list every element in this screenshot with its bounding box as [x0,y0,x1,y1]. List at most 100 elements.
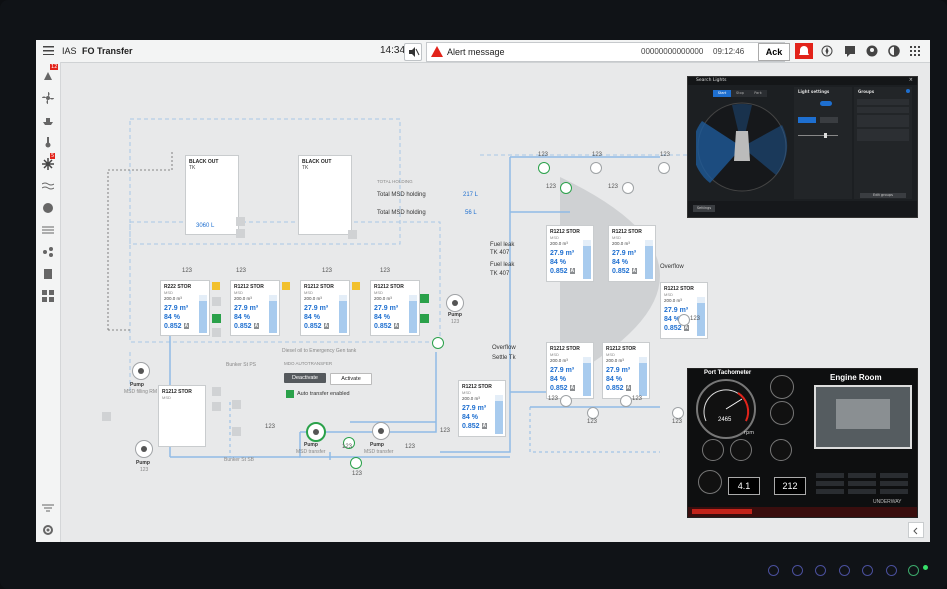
list-icon[interactable] [42,224,54,236]
tab-start[interactable]: Start [713,90,731,97]
user-icon[interactable] [866,45,878,57]
collapse-panel-button[interactable] [908,522,924,538]
ack-button[interactable]: Ack [758,43,790,61]
storage-tank-right-1[interactable]: R1212 STOR MSD 200.0 m³ 27.9 m³ 84 % 0.8… [546,225,594,282]
group-row[interactable] [857,129,909,141]
valve-open[interactable] [560,182,572,194]
valve[interactable] [672,407,684,419]
pump-msd-transfer-active[interactable] [306,422,326,442]
valve-open[interactable] [350,457,362,469]
status-button[interactable] [848,473,876,478]
pump-msd-filling[interactable] [132,362,150,380]
settings-button[interactable]: Settings [693,205,715,212]
grid-icon[interactable] [910,46,920,56]
tank-density: 0.852 A [664,325,690,332]
storage-tank-r1212-a[interactable]: R1212 STOR MSD 200.0 m³ 27.9 m³ 84 % 0.8… [230,280,280,336]
bezel-button[interactable] [815,565,826,576]
valve-open[interactable] [432,337,444,349]
group-row[interactable] [857,115,909,127]
dashboard-icon[interactable] [42,290,54,302]
storage-tank-right-3[interactable]: R1212 STOR MSD 200.0 m³ 27.9 m³ 84 % 0.8… [660,282,708,339]
droplet-icon[interactable] [42,202,54,214]
storage-tank-small[interactable]: R1212 STOR MSD [158,385,206,447]
power-button[interactable] [908,565,919,576]
searchlight-radar[interactable] [696,101,788,193]
valve[interactable] [678,314,690,326]
menu-icon[interactable] [43,46,54,55]
compass-icon[interactable] [821,45,833,57]
status-button[interactable] [816,481,844,486]
bezel-button[interactable] [839,565,850,576]
tab-stop[interactable]: Stop [731,90,749,97]
valve[interactable] [590,162,602,174]
fan-icon[interactable] [42,92,54,104]
valve[interactable] [587,407,599,419]
storage-tank-right-2[interactable]: R1212 STOR MSD 200.0 m³ 27.9 m³ 84 % 0.8… [608,225,656,282]
status-button[interactable] [880,489,908,494]
warning-icon [431,46,443,57]
network-icon[interactable] [42,246,54,258]
tank-sub: MSD [664,292,673,297]
activate-button[interactable]: Activate [330,373,372,385]
valve[interactable] [620,395,632,407]
engine-room-title: Engine Room [830,373,882,382]
alert-bar[interactable]: Alert message 00000000000000 09:12:46 [426,42,785,62]
sort-icon[interactable] [42,502,54,514]
status-button[interactable] [880,481,908,486]
engine-camera-feed[interactable] [814,385,912,449]
bezel-button[interactable] [862,565,873,576]
pump-123[interactable] [446,294,464,312]
valve[interactable] [658,162,670,174]
slider-track[interactable] [798,135,838,136]
waves-icon[interactable] [42,180,54,192]
add-icon[interactable] [906,89,910,93]
storage-tank-right-5[interactable]: R1212 STOR MSD 200.0 m³ 27.9 m³ 84 % 0.8… [602,342,650,399]
blackout-tank-2[interactable]: BLACK OUT TK [298,155,352,235]
engine-room-window[interactable]: Port Tachometer 2465 rpm Engine Room 4.1… [687,368,918,518]
close-icon[interactable]: × [909,77,913,83]
option-button[interactable] [798,117,816,123]
alarm-list-icon[interactable] [42,70,54,82]
toggle[interactable] [820,101,832,106]
status-button[interactable] [848,489,876,494]
status-button[interactable] [848,481,876,486]
search-lights-window[interactable]: Search Lights × Start Stop Park Settings… [687,76,918,218]
settings-gear-icon[interactable] [42,524,54,536]
status-button[interactable] [816,473,844,478]
edit-groups-button[interactable]: Edit groups [860,193,906,198]
tk407-label-2: TK 407 [490,271,510,277]
blackout-tank-1[interactable]: BLACK OUT TK 3060 L [185,155,239,235]
pump-msd-transfer[interactable] [372,422,390,440]
ship-icon[interactable] [42,114,54,126]
thermometer-icon[interactable] [42,136,54,148]
tab-park[interactable]: Park [749,90,767,97]
group-row[interactable] [857,107,909,113]
bezel-button[interactable] [886,565,897,576]
storage-tank-r222[interactable]: R222 STOR MSD 200.0 m³ 27.9 m³ 84 % 0.85… [160,280,210,336]
group-row[interactable] [857,99,909,105]
brightness-icon[interactable] [888,45,900,57]
tank-volume: 200.0 m³ [374,296,392,301]
chat-icon[interactable] [844,45,856,57]
snowflake-icon[interactable] [42,158,54,170]
status-button[interactable] [816,489,844,494]
valve[interactable] [560,395,572,407]
slider-handle[interactable] [824,133,827,138]
option-button[interactable] [820,117,838,123]
storage-tank-r1212-b[interactable]: R1212 STOR MSD 200.0 m³ 27.9 m³ 84 % 0.8… [300,280,350,336]
alarm-bell-button[interactable] [795,43,813,59]
bezel-button[interactable] [768,565,779,576]
pump-label: Pump [130,382,144,388]
storage-tank-r1212-mid[interactable]: R1212 STOR MSD 200.0 m³ 27.9 m³ 84 % 0.8… [458,380,506,437]
valve[interactable] [622,182,634,194]
auto-transfer-checkbox[interactable] [286,390,294,398]
valve-open[interactable] [538,162,550,174]
status-button[interactable] [880,473,908,478]
mute-button[interactable] [404,43,422,61]
pump-123-lower[interactable] [135,440,153,458]
document-icon[interactable] [42,268,54,280]
deactivate-button[interactable]: Deactivate [284,373,326,383]
bezel-button[interactable] [792,565,803,576]
storage-tank-r1212-c[interactable]: R1212 STOR MSD 200.0 m³ 27.9 m³ 84 % 0.8… [370,280,420,336]
storage-tank-right-4[interactable]: R1212 STOR MSD 200.0 m³ 27.9 m³ 84 % 0.8… [546,342,594,399]
